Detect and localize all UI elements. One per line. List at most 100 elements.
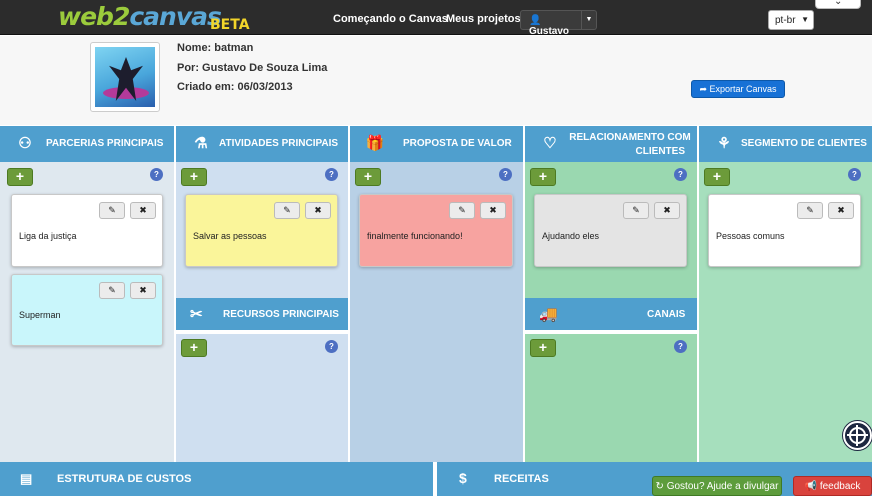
card[interactable]: ✎ ✖ Liga da justiça xyxy=(11,194,163,267)
edit-button[interactable]: ✎ xyxy=(99,202,125,219)
gift-icon: 🎁 xyxy=(365,135,385,152)
add-card-button[interactable]: + xyxy=(7,168,33,186)
edit-button[interactable]: ✎ xyxy=(797,202,823,219)
add-card-button[interactable]: + xyxy=(181,339,207,357)
project-name: Nome: batman xyxy=(177,42,254,54)
card[interactable]: ✎ ✖ Superman xyxy=(11,274,163,346)
project-avatar xyxy=(90,42,160,112)
edit-button[interactable]: ✎ xyxy=(623,202,649,219)
user-icon: 👤 xyxy=(529,15,542,26)
delete-button[interactable]: ✖ xyxy=(828,202,854,219)
feedback-label: feedback xyxy=(819,481,861,492)
business-canvas: ⚇ PARCERIAS PRINCIPAIS + ? ✎ ✖ Liga da ju… xyxy=(0,126,872,462)
column-header: ⚗ ATIVIDADES PRINCIPAIS xyxy=(176,126,348,162)
column-segments: ⚘ SEGMENTO DE CLIENTES + ? ✎ ✖ Pessoas co… xyxy=(699,126,872,462)
tools-icon: ✂ xyxy=(190,306,203,323)
project-created: Criado em: 06/03/2013 xyxy=(177,81,293,93)
column-body: + ? ✎ ✖ finalmente funcionando! xyxy=(350,162,523,462)
help-icon[interactable]: ? xyxy=(325,168,338,181)
column-activities: ⚗ ATIVIDADES PRINCIPAIS + ? ✎ ✖ Salvar as… xyxy=(176,126,348,462)
costs-section-header: ▤ ESTRUTURA DE CUSTOS xyxy=(0,462,433,496)
coins-icon: ▤ xyxy=(20,471,33,486)
card-text: Liga da justiça xyxy=(19,231,77,241)
column-body: + ? ✎ ✖ Pessoas comuns xyxy=(699,162,872,462)
sitemap-icon: ⚘ xyxy=(717,135,731,152)
language-select[interactable]: pt-br ▼ xyxy=(768,10,814,30)
revenue-title: RECEITAS xyxy=(494,473,549,485)
navigation-compass-icon[interactable] xyxy=(843,421,872,450)
column-header: ⚘ SEGMENTO DE CLIENTES xyxy=(699,126,872,162)
column-body-resources: + ? xyxy=(176,334,348,462)
column-value: 🎁 PROPOSTA DE VALOR + ? ✎ ✖ finalmente fu… xyxy=(350,126,523,462)
compass-horizontal xyxy=(847,434,868,436)
column-title: ATIVIDADES PRINCIPAIS xyxy=(219,138,339,149)
add-card-button[interactable]: + xyxy=(530,168,556,186)
heart-icon: ♡ xyxy=(543,135,557,152)
column-partners: ⚇ PARCERIAS PRINCIPAIS + ? ✎ ✖ Liga da ju… xyxy=(0,126,174,462)
costs-title: ESTRUTURA DE CUSTOS xyxy=(57,473,192,485)
column-header-resources: ✂ RECURSOS PRINCIPAIS xyxy=(176,298,348,330)
project-author: Por: Gustavo De Souza Lima xyxy=(177,62,328,74)
column-title-line1: RELACIONAMENTO COM xyxy=(569,132,691,143)
column-header: 🎁 PROPOSTA DE VALOR xyxy=(350,126,523,162)
help-icon[interactable]: ? xyxy=(674,168,687,181)
add-card-button[interactable]: + xyxy=(355,168,381,186)
delete-button[interactable]: ✖ xyxy=(654,202,680,219)
column-header: ⚇ PARCERIAS PRINCIPAIS xyxy=(0,126,174,162)
chevron-down-icon: ⌄ xyxy=(834,0,843,7)
column-body: + ? ✎ ✖ Salvar as pessoas xyxy=(176,162,348,298)
card-text: Superman xyxy=(19,310,61,320)
feedback-button[interactable]: 📢 feedback xyxy=(793,476,872,496)
column-title: RECURSOS PRINCIPAIS xyxy=(223,309,339,320)
logo-part-a: web2 xyxy=(58,2,130,31)
card-text: Salvar as pessoas xyxy=(193,231,267,241)
beta-badge: BETA xyxy=(210,17,250,33)
card[interactable]: ✎ ✖ Pessoas comuns xyxy=(708,194,861,267)
help-icon[interactable]: ? xyxy=(499,168,512,181)
column-header-channels: 🚚 CANAIS xyxy=(525,298,697,330)
delete-button[interactable]: ✖ xyxy=(305,202,331,219)
delete-button[interactable]: ✖ xyxy=(480,202,506,219)
card[interactable]: ✎ ✖ Salvar as pessoas xyxy=(185,194,338,267)
nav-my-projects[interactable]: Meus projetos xyxy=(446,13,521,25)
edit-button[interactable]: ✎ xyxy=(449,202,475,219)
export-canvas-button[interactable]: ➦ Exportar Canvas xyxy=(691,80,785,98)
edit-button[interactable]: ✎ xyxy=(99,282,125,299)
share-label: Gostou? Ajude a divulgar xyxy=(666,481,779,492)
column-title: PROPOSTA DE VALOR xyxy=(403,138,512,149)
add-card-button[interactable]: + xyxy=(530,339,556,357)
batman-image xyxy=(95,47,155,107)
user-menu-button[interactable]: 👤 Gustavo xyxy=(520,10,582,37)
add-card-button[interactable]: + xyxy=(181,168,207,186)
language-value: pt-br xyxy=(775,15,796,26)
help-icon[interactable]: ? xyxy=(674,340,687,353)
avatar-cape xyxy=(103,87,149,99)
card-text: Ajudando eles xyxy=(542,231,600,241)
chevron-down-icon: ▼ xyxy=(801,15,809,24)
column-title: SEGMENTO DE CLIENTES xyxy=(741,138,867,149)
flask-icon: ⚗ xyxy=(194,135,208,152)
column-body: + ? ✎ ✖ Ajudando eles xyxy=(525,162,697,298)
handshake-icon: ⚇ xyxy=(18,135,32,152)
user-menu-caret[interactable]: ▼ xyxy=(582,10,597,30)
add-card-button[interactable]: + xyxy=(704,168,730,186)
logo[interactable]: web2canvas xyxy=(58,2,222,31)
delete-button[interactable]: ✖ xyxy=(130,282,156,299)
megaphone-icon: 📢 xyxy=(804,481,818,492)
help-icon[interactable]: ? xyxy=(848,168,861,181)
column-title-line2: CLIENTES xyxy=(635,146,685,157)
card[interactable]: ✎ ✖ Ajudando eles xyxy=(534,194,687,267)
column-title: PARCERIAS PRINCIPAIS xyxy=(46,138,164,149)
edit-button[interactable]: ✎ xyxy=(274,202,300,219)
help-icon[interactable]: ? xyxy=(150,168,163,181)
share-button[interactable]: ↻ Gostou? Ajude a divulgar xyxy=(652,476,782,496)
logo-part-b: canvas xyxy=(129,2,222,31)
share-icon: ↻ xyxy=(655,481,664,492)
dollar-icon: $ xyxy=(459,470,467,486)
export-label: Exportar Canvas xyxy=(709,84,777,94)
delete-button[interactable]: ✖ xyxy=(130,202,156,219)
collapse-tab[interactable]: ⌄ xyxy=(815,0,861,9)
card[interactable]: ✎ ✖ finalmente funcionando! xyxy=(359,194,513,267)
help-icon[interactable]: ? xyxy=(325,340,338,353)
nav-getting-started[interactable]: Começando o Canvas xyxy=(333,13,448,25)
